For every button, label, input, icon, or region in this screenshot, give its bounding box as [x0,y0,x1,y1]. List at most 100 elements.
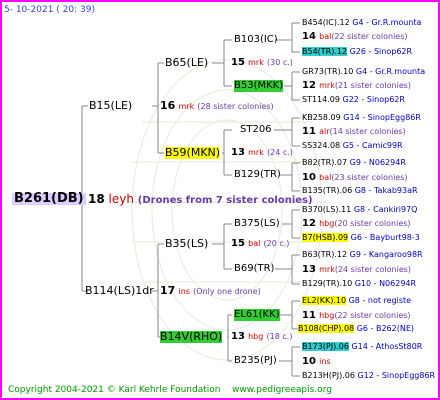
gen3-note-2: (14 sister colonies) [329,127,406,136]
gen3-mark-7: ins [319,357,331,366]
gen4-row-4: KB258.09 G14 - SinopEgg86R [302,113,421,123]
gen2-note-0: (30 c.) [267,58,293,67]
gen4-info-0: G4 - Gr.R.mounta [352,18,422,27]
gen4-info-3: G22 - Sinop62R [342,95,405,104]
gen4-name-15[interactable]: B213H(PJ).06 [302,371,355,380]
root-gen: 18 [88,192,105,206]
gen2-note-3: (18 c.) [266,332,293,341]
gen4-row-5: SS324.08 G5 - Camic99R [302,141,403,151]
gen4-name-14[interactable]: B173(PJ).06 [302,342,349,351]
gen4-info-10: G9 - Kangaroo98R [349,250,423,259]
gen3-note-3: (23 sister colonies) [331,173,408,182]
copyright-text: Copyright 2004-2021 © Karl Kehrle Founda… [8,385,221,395]
root-queen-name[interactable]: B261(DB) [12,192,86,205]
gen3-name-0[interactable]: B103(IC) [234,34,278,46]
gen4-name-13[interactable]: B108(CHP).08 [298,324,355,333]
gen4-row-7: B135(TR).06 G8 - Takab93aR [302,186,418,196]
gen4-row-9: B7(HSB).09 G6 - Bayburt98-3 [302,233,420,243]
report-date: 5- 10-2021 ( 20: 39) [4,5,95,15]
gen2-mark-1: mrk [248,148,264,157]
gen1-line-0: 16 mrk (28 sister colonies) [160,100,274,113]
gen3-gen-7: 10 [302,356,316,367]
gen4-name-12[interactable]: EL2(KK).10 [302,296,347,305]
gen4-info-15: G12 - SinopEgg86R [357,371,436,380]
gen1-note-0: (28 sister colonies) [197,102,274,111]
gen3-line-5: 13 mrk(24 sister colonies) [302,264,411,276]
gen3-line-0: 14 bal(22 sister colonies) [302,31,408,43]
gen2-gen-2: 15 [231,238,245,249]
gen4-row-11: B129(TR).10 G10 - N06294R [302,279,416,289]
gen4-name-5[interactable]: SS324.08 [302,141,340,150]
gen3-gen-0: 14 [302,31,316,42]
gen1-mark-0: mrk [178,102,195,111]
gen4-info-12: G8 - not registe [348,296,412,305]
gen4-info-14: G14 - AthosSt80R [351,342,423,351]
gen2-gen-3: 13 [231,331,245,342]
gen4-name-2[interactable]: GR73(TR).10 [302,67,353,76]
gen3-gen-1: 12 [302,80,316,91]
gen2-gen-1: 13 [231,147,245,158]
gen4-info-8: G8 - Cankiri97Q [353,205,418,214]
gen3-mark-4: hbg [319,219,335,228]
site-url[interactable]: www.pedigreeapis.org [232,384,332,396]
gen3-name-2[interactable]: ST206 [240,124,272,136]
gen3-name-3[interactable]: B129(TR) [234,169,281,181]
root-mark: leyh [108,192,134,206]
gen4-name-8[interactable]: B370(LS).11 [302,205,351,214]
gen3-name-7[interactable]: B235(PJ) [234,355,277,367]
gen4-name-11[interactable]: B129(TR).10 [302,279,352,288]
gen4-name-7[interactable]: B135(TR).06 [302,186,352,195]
gen4-row-10: B63(TR).12 G9 - Kangaroo98R [302,250,423,260]
gen2-name-0[interactable]: B65(LE) [165,57,208,69]
gen4-name-6[interactable]: B82(TR).07 [302,158,347,167]
gen2-line-1: 13 mrk (24 c.) [231,147,293,159]
gen3-name-4[interactable]: B375(LS) [234,218,280,230]
gen2-note-1: (24 c.) [267,148,293,157]
gen4-info-6: G9 - N06294R [349,158,406,167]
gen4-name-9[interactable]: B7(HSB).09 [302,233,349,242]
gen3-name-1[interactable]: B53(MKK) [234,80,284,92]
gen3-note-5: (24 sister colonies) [334,265,412,274]
gen4-name-0[interactable]: B454(IC).12 [302,18,350,27]
gen1-name-0[interactable]: B15(LE) [89,100,132,112]
gen4-row-2: GR73(TR).10 G4 - Gr.R.mounta [302,67,425,77]
gen3-name-5[interactable]: B69(TR) [234,263,274,275]
gen4-name-10[interactable]: B63(TR).12 [302,250,347,259]
gen3-note-0: (22 sister colonies) [331,32,408,41]
gen1-line-1: 17 ins (Only one drone) [160,285,261,298]
gen4-info-1: G26 - Sinop62R [349,47,413,56]
gen3-mark-6: hbg [319,311,335,320]
gen4-info-2: G4 - Gr.R.mounta [355,67,426,76]
gen1-gen-0: 16 [160,99,176,112]
gen4-name-3[interactable]: ST114.09 [302,95,340,104]
gen2-note-2: (20 c.) [263,239,290,248]
gen3-line-1: 12 mrk(21 sister colonies) [302,80,411,92]
gen3-mark-5: mrk [319,265,335,274]
gen3-mark-3: bal [319,173,332,182]
gen4-row-1: B54(TR).12 G26 - Sinop62R [302,47,412,57]
gen4-name-4[interactable]: KB258.09 [302,113,341,122]
gen3-gen-4: 12 [302,218,316,229]
gen3-gen-2: 11 [302,126,316,137]
gen4-row-0: B454(IC).12 G4 - Gr.R.mounta [302,18,421,28]
gen3-gen-5: 13 [302,264,316,275]
gen3-line-7: 10 ins [302,356,331,368]
gen1-mark-1: ins [178,287,190,296]
root-note: (Drones from 7 sister colonies) [137,195,313,206]
gen4-name-1[interactable]: B54(TR).12 [302,47,348,56]
gen2-name-2[interactable]: B35(LS) [165,238,208,250]
gen4-info-4: G14 - SinopEgg86R [343,113,421,122]
gen3-mark-1: mrk [319,81,335,90]
gen2-mark-2: bal [248,239,261,248]
gen2-line-3: 13 hbg (18 c.) [231,331,292,343]
gen1-note-1: (Only one drone) [193,287,261,296]
gen1-name-1[interactable]: B114(LS)1dr [85,285,154,297]
pedigree-frame: 5- 10-2021 ( 20: 39) B261(DB) 18 leyh (D… [0,0,440,400]
gen2-name-1[interactable]: B59(MKN) [165,147,221,159]
gen3-gen-3: 10 [302,172,316,183]
gen2-name-3[interactable]: B14V(RHO) [160,331,223,343]
gen2-line-0: 15 mrk (30 c.) [231,57,293,69]
gen4-info-5: G5 - Camic99R [342,141,403,150]
gen4-row-14: B173(PJ).06 G14 - AthosSt80R [302,342,422,352]
gen3-name-6[interactable]: EL61(KK) [234,309,280,321]
